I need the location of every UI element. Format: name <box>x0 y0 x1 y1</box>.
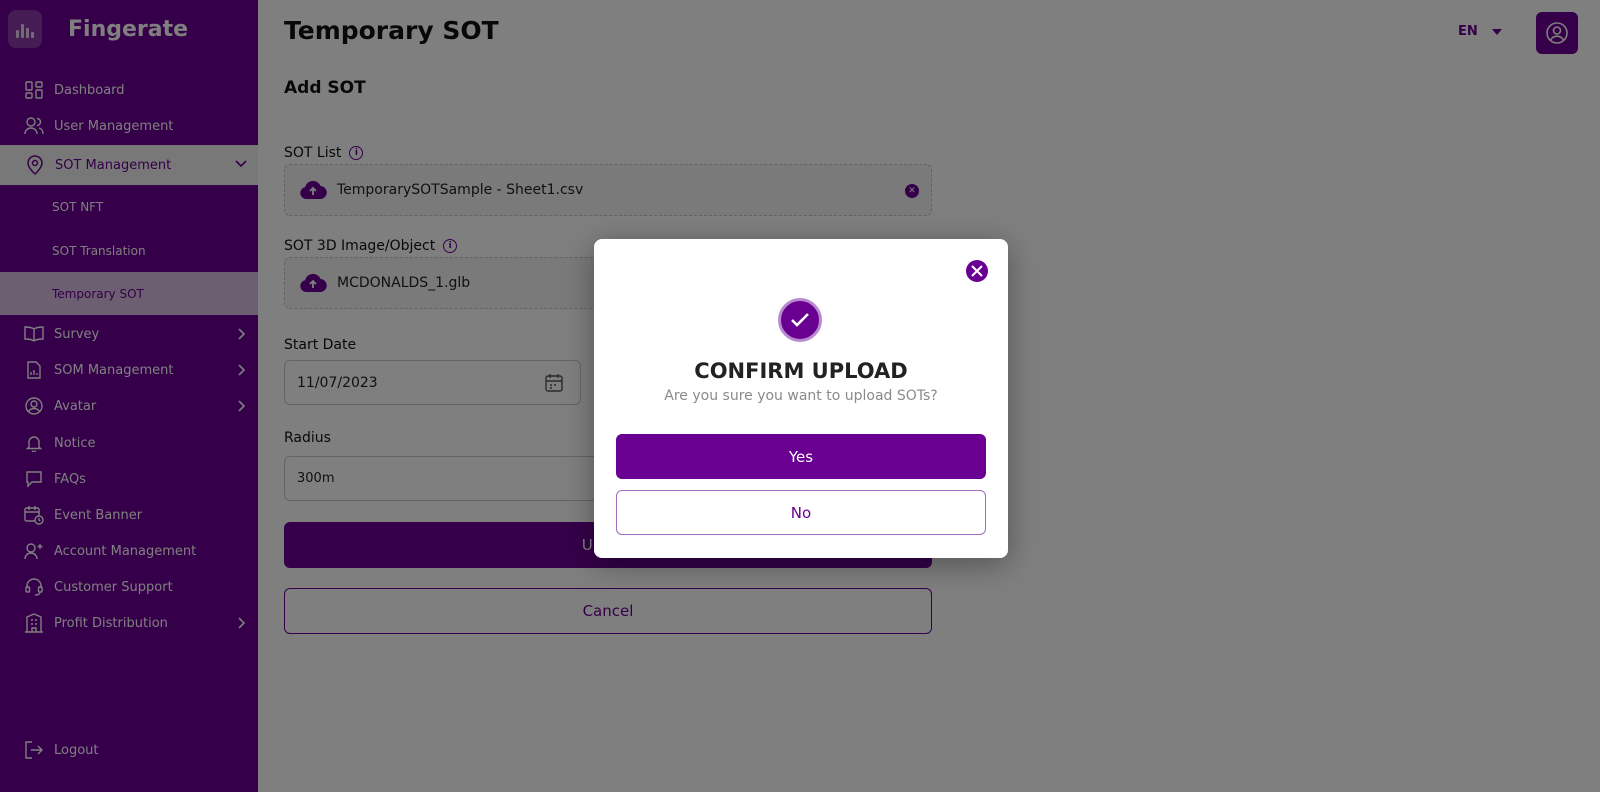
close-button[interactable] <box>966 260 988 282</box>
check-icon <box>778 298 822 342</box>
no-button[interactable]: No <box>616 490 986 535</box>
dialog-message: Are you sure you want to upload SOTs? <box>664 388 938 404</box>
yes-button[interactable]: Yes <box>616 434 986 479</box>
close-icon <box>971 265 983 277</box>
dialog-title: CONFIRM UPLOAD <box>694 359 908 383</box>
confirm-upload-dialog: CONFIRM UPLOAD Are you sure you want to … <box>594 239 1008 558</box>
